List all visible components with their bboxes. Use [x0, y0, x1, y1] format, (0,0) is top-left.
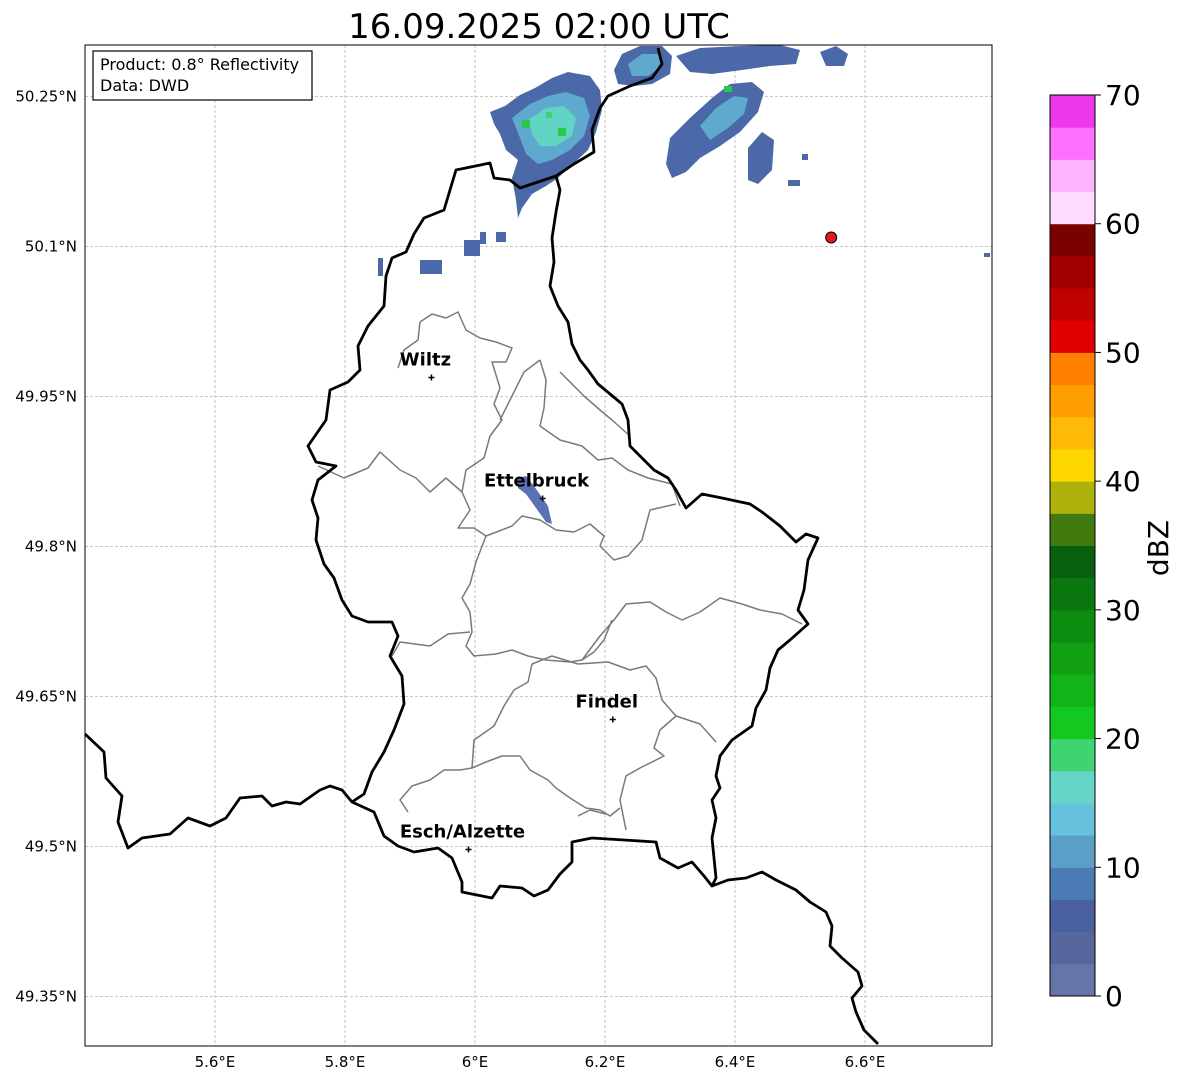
- colorbar-swatch: [1050, 577, 1095, 611]
- city-label: Findel: [576, 692, 639, 713]
- radar-map-figure: 16.09.2025 02:00 UTC 50.25°N 50.1°N 49.95°…: [15, 7, 1175, 1071]
- colorbar-label: dBZ: [1142, 520, 1175, 576]
- colorbar-tick-label: 40: [1105, 465, 1141, 498]
- colorbar-swatch: [1050, 706, 1095, 740]
- city-label: Ettelbruck: [484, 471, 590, 492]
- colorbar-swatch: [1050, 416, 1095, 450]
- lon-tick-label: 5.6°E: [195, 1053, 236, 1071]
- colorbar-swatch: [1050, 352, 1095, 386]
- echo-cell-green: [724, 86, 732, 92]
- latitude-labels: 50.25°N 50.1°N 49.95°N 49.8°N 49.65°N 49.5°N 4…: [15, 88, 77, 1006]
- colorbar-tick-label: 60: [1105, 208, 1141, 241]
- lat-tick-label: 50.25°N: [15, 88, 77, 106]
- colorbar-swatch: [1050, 513, 1095, 546]
- lat-tick-label: 50.1°N: [25, 238, 77, 256]
- colorbar-swatch: [1050, 642, 1095, 675]
- colorbar-swatch: [1050, 159, 1095, 193]
- map-title: 16.09.2025 02:00 UTC: [348, 7, 730, 47]
- colorbar-tick-label: 50: [1105, 336, 1141, 369]
- colorbar-swatch: [1050, 835, 1095, 868]
- echo-fragment: [378, 258, 383, 276]
- lon-tick-label: 5.8°E: [325, 1053, 366, 1071]
- lat-tick-label: 49.5°N: [25, 838, 77, 856]
- map-area: [85, 45, 992, 1046]
- colorbar-tick-label: 0: [1105, 980, 1123, 1013]
- colorbar-swatch: [1050, 609, 1095, 643]
- colorbar-swatch: [1050, 320, 1095, 353]
- echo-fragment: [480, 232, 486, 244]
- info-source: Data: DWD: [100, 76, 189, 95]
- colorbar-swatch: [1050, 223, 1095, 257]
- lon-tick-label: 6.2°E: [585, 1053, 626, 1071]
- colorbar-swatch: [1050, 738, 1095, 772]
- city-label: Esch/Alzette: [400, 822, 525, 843]
- colorbar-swatch: [1050, 288, 1095, 321]
- colorbar-swatch: [1050, 448, 1095, 482]
- lon-tick-label: 6.4°E: [715, 1053, 756, 1071]
- colorbar-swatch: [1050, 931, 1095, 965]
- colorbar-swatch: [1050, 802, 1095, 836]
- lon-tick-label: 6°E: [462, 1053, 489, 1071]
- colorbar-swatch: [1050, 127, 1095, 160]
- echo-fragment: [464, 240, 480, 256]
- lat-tick-label: 49.8°N: [25, 538, 77, 556]
- lat-tick-label: 49.65°N: [15, 688, 77, 706]
- colorbar-swatch: [1050, 674, 1095, 707]
- echo-fragment: [788, 180, 800, 186]
- echo-fragment: [496, 232, 506, 242]
- colorbar-swatch: [1050, 384, 1095, 418]
- lat-tick-label: 49.95°N: [15, 388, 77, 406]
- lat-tick-label: 49.35°N: [15, 988, 77, 1006]
- colorbar-swatch: [1050, 770, 1095, 804]
- colorbar-swatch: [1050, 191, 1095, 225]
- echo-fragment: [420, 260, 442, 274]
- echo-fragment: [984, 253, 990, 257]
- colorbar-swatch: [1050, 545, 1095, 579]
- info-product: Product: 0.8° Reflectivity: [100, 55, 299, 74]
- colorbar-ticks: 0 10 20 30 40 50 60 70: [1095, 79, 1141, 1013]
- colorbar-swatch: [1050, 95, 1095, 128]
- radar-site-marker: [825, 231, 838, 244]
- colorbar-swatches: [1050, 95, 1095, 997]
- colorbar-swatch: [1050, 899, 1095, 933]
- colorbar: 0 10 20 30 40 50 60 70 dBZ: [1049, 79, 1175, 1013]
- longitude-labels: 5.6°E 5.8°E 6°E 6.2°E 6.4°E 6.6°E: [195, 1053, 886, 1071]
- colorbar-tick-label: 70: [1105, 79, 1141, 112]
- colorbar-swatch: [1050, 481, 1095, 514]
- echo-cell-green: [522, 120, 530, 128]
- lon-tick-label: 6.6°E: [845, 1053, 886, 1071]
- colorbar-tick-label: 10: [1105, 851, 1141, 884]
- echo-fragment: [802, 154, 808, 160]
- city-label: Wiltz: [400, 350, 451, 371]
- echo-cell-green: [546, 112, 552, 118]
- info-box: Product: 0.8° Reflectivity Data: DWD: [92, 50, 313, 101]
- colorbar-tick-label: 20: [1105, 723, 1141, 756]
- colorbar-swatch: [1050, 867, 1095, 900]
- colorbar-swatch: [1050, 255, 1095, 289]
- echo-cell-green: [558, 128, 566, 136]
- colorbar-tick-label: 30: [1105, 594, 1141, 627]
- colorbar-swatch: [1050, 963, 1095, 997]
